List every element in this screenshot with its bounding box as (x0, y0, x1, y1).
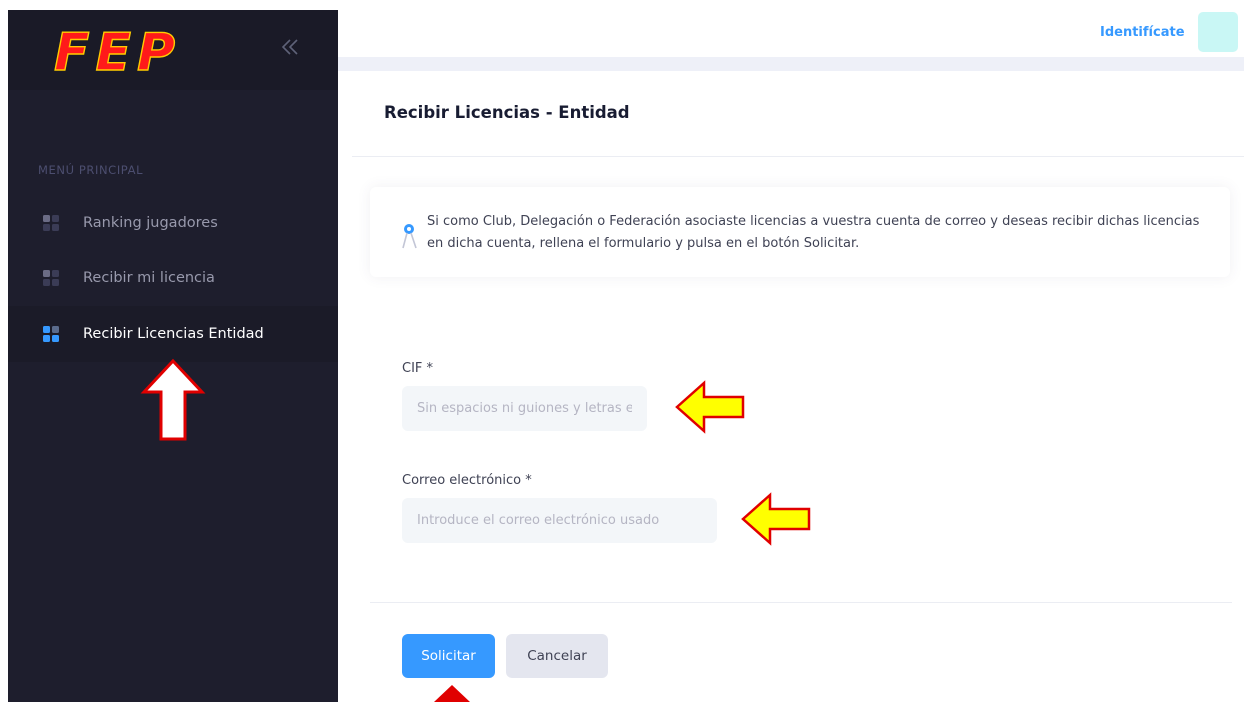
sidebar-item-recibir-licencias-entidad[interactable]: Recibir Licencias Entidad (8, 306, 338, 362)
sidebar-item-label: Recibir Licencias Entidad (83, 326, 264, 342)
sidebar-item-recibir-mi-licencia[interactable]: Recibir mi licencia (8, 250, 338, 306)
info-alert: Si como Club, Delegación o Federación as… (370, 187, 1230, 277)
main-card: Recibir Licencias - Entidad Si como Club… (352, 71, 1244, 702)
grid-icon (43, 215, 59, 231)
annotation-left-arrow-cif (675, 380, 745, 434)
sidebar-brand: FEP (8, 10, 338, 90)
cif-input[interactable] (402, 386, 647, 431)
sidebar-item-label: Recibir mi licencia (83, 270, 215, 286)
solicitar-button[interactable]: Solicitar (402, 634, 495, 678)
sidebar-item-label: Ranking jugadores (83, 215, 218, 231)
sidebar-item-ranking-jugadores[interactable]: Ranking jugadores (8, 195, 338, 251)
fep-logo[interactable]: FEP (48, 20, 278, 80)
sidebar: FEP MENÚ PRINCIPAL Ranking jugadores Rec… (8, 10, 338, 702)
page-title: Recibir Licencias - Entidad (384, 103, 630, 122)
header-divider (338, 57, 1244, 71)
grid-icon (43, 270, 59, 286)
cif-label: CIF * (402, 361, 434, 376)
card-header: Recibir Licencias - Entidad (352, 71, 1244, 157)
annotation-left-arrow-email (741, 492, 811, 546)
cancel-button[interactable]: Cancelar (506, 634, 608, 678)
email-label: Correo electrónico * (402, 473, 532, 488)
form-divider (370, 602, 1232, 603)
compass-icon (402, 224, 417, 249)
annotation-up-arrow-submit (434, 685, 470, 702)
email-input[interactable] (402, 498, 717, 543)
login-link[interactable]: Identifícate (1100, 25, 1185, 40)
menu-section-title: MENÚ PRINCIPAL (38, 163, 144, 177)
double-chevron-left-icon[interactable] (278, 32, 300, 62)
alert-message: Si como Club, Delegación o Federación as… (427, 214, 1200, 251)
user-avatar[interactable] (1198, 12, 1238, 52)
svg-text:FEP: FEP (54, 23, 181, 80)
grid-icon (43, 326, 59, 342)
annotation-up-arrow (140, 358, 206, 441)
